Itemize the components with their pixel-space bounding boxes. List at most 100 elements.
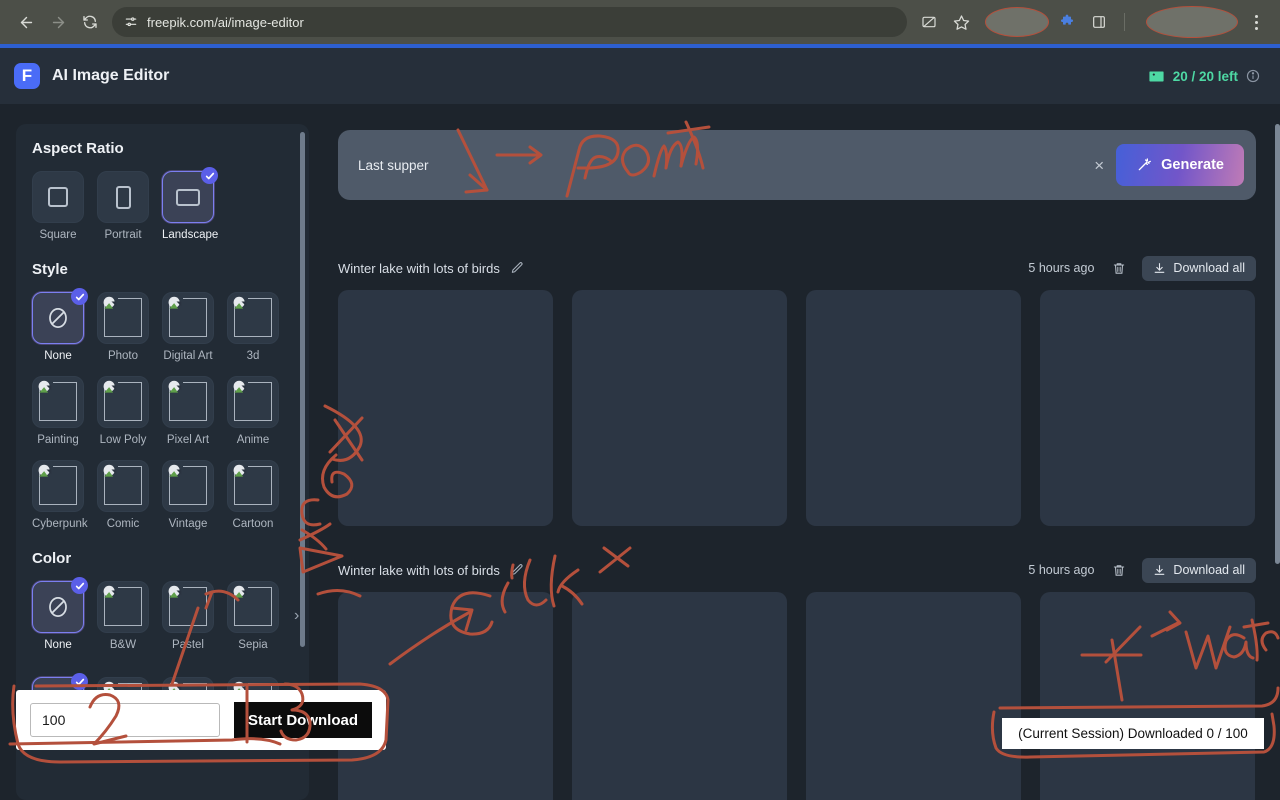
color-next-icon[interactable]: › <box>294 607 299 625</box>
style-options-row-1: None Photo Digital Art 3d <box>32 288 293 362</box>
option-color-sepia[interactable]: Sepia <box>227 581 279 651</box>
option-style-cartoon-box[interactable] <box>227 460 279 512</box>
option-square-box[interactable] <box>32 171 84 223</box>
url-text: freepik.com/ai/image-editor <box>147 14 304 30</box>
option-style-digital-art[interactable]: Digital Art <box>162 292 214 362</box>
option-style-cartoon[interactable]: Cartoon <box>227 460 279 530</box>
kebab-menu-icon[interactable] <box>1242 8 1270 36</box>
option-color-sepia-box[interactable] <box>227 581 279 633</box>
reload-button[interactable] <box>74 6 106 38</box>
option-color-bw-box[interactable] <box>97 581 149 633</box>
option-portrait[interactable]: Portrait <box>97 171 149 241</box>
option-color-none[interactable]: None <box>32 577 88 651</box>
result-image-cell[interactable] <box>572 592 787 800</box>
option-style-photo[interactable]: Photo <box>97 292 149 362</box>
option-landscape-box[interactable] <box>162 167 218 223</box>
option-style-pixel-art-box[interactable] <box>162 376 214 428</box>
prompt-input[interactable]: Last supper <box>358 158 1082 173</box>
result-row-time: 5 hours ago <box>1028 563 1095 577</box>
option-style-anime[interactable]: Anime <box>227 376 279 446</box>
option-label: Vintage <box>168 518 208 530</box>
no-style-icon <box>45 305 71 331</box>
square-icon <box>48 187 68 207</box>
main-content: Last supper × Generate Winter lake with … <box>322 124 1280 800</box>
download-count-input[interactable]: 100 <box>30 703 220 737</box>
option-style-3d-box[interactable] <box>227 292 279 344</box>
option-style-low-poly[interactable]: Low Poly <box>97 376 149 446</box>
cast-icon[interactable] <box>915 8 943 36</box>
option-color-pastel-box[interactable] <box>162 581 214 633</box>
option-style-vintage-box[interactable] <box>162 460 214 512</box>
info-circle-icon[interactable] <box>1246 69 1260 83</box>
generate-button[interactable]: Generate <box>1116 144 1244 186</box>
option-style-none-box[interactable] <box>32 288 88 344</box>
section-heading-style: Style <box>32 261 68 278</box>
forward-button[interactable] <box>42 6 74 38</box>
result-image-cell[interactable] <box>572 290 787 526</box>
main-scrollbar[interactable] <box>1275 124 1280 564</box>
option-style-3d[interactable]: 3d <box>227 292 279 362</box>
clear-prompt-button[interactable]: × <box>1082 157 1116 174</box>
broken-image-icon <box>163 460 213 512</box>
address-bar[interactable]: freepik.com/ai/image-editor <box>112 7 907 37</box>
broken-image-icon <box>98 376 148 428</box>
download-all-button[interactable]: Download all <box>1142 557 1256 583</box>
toolbar-divider <box>1124 13 1125 31</box>
trash-icon[interactable] <box>1112 261 1126 276</box>
option-square[interactable]: Square <box>32 171 84 241</box>
freepik-logo[interactable]: F <box>14 63 40 89</box>
result-image-cell[interactable] <box>806 592 1021 800</box>
browser-actions <box>915 6 1270 38</box>
option-color-none-box[interactable] <box>32 577 88 633</box>
option-style-anime-box[interactable] <box>227 376 279 428</box>
option-style-painting-box[interactable] <box>32 376 84 428</box>
option-style-vintage[interactable]: Vintage <box>162 460 214 530</box>
trash-icon[interactable] <box>1112 563 1126 578</box>
option-style-cyberpunk-box[interactable] <box>32 460 84 512</box>
page-settings-icon[interactable] <box>124 15 138 29</box>
option-style-painting[interactable]: Painting <box>32 376 84 446</box>
result-image-cell[interactable] <box>806 290 1021 526</box>
option-label: Portrait <box>104 229 142 241</box>
option-label: Sepia <box>238 639 268 651</box>
option-style-cyberpunk[interactable]: Cyberpunk <box>32 460 88 530</box>
magic-wand-icon <box>1136 157 1152 173</box>
result-grid <box>338 592 1256 800</box>
option-label: Square <box>39 229 77 241</box>
app-header: F AI Image Editor 20 / 20 left <box>0 48 1280 104</box>
result-image-cell[interactable] <box>338 290 553 526</box>
option-portrait-box[interactable] <box>97 171 149 223</box>
option-style-none[interactable]: None <box>32 288 88 362</box>
back-button[interactable] <box>10 6 42 38</box>
start-download-button[interactable]: Start Download <box>233 702 372 738</box>
side-panel-icon[interactable] <box>1085 8 1113 36</box>
option-style-photo-box[interactable] <box>97 292 149 344</box>
option-style-low-poly-box[interactable] <box>97 376 149 428</box>
option-landscape[interactable]: Landscape <box>162 167 218 241</box>
no-color-icon <box>45 594 71 620</box>
option-style-comic-box[interactable] <box>97 460 149 512</box>
option-color-bw[interactable]: B&W <box>97 581 149 651</box>
option-style-pixel-art[interactable]: Pixel Art <box>162 376 214 446</box>
puzzle-icon[interactable] <box>1053 8 1081 36</box>
option-label: Cartoon <box>232 518 274 530</box>
option-color-pastel[interactable]: Pastel <box>162 581 214 651</box>
option-style-digital-art-box[interactable] <box>162 292 214 344</box>
result-row-title: Winter lake with lots of birds <box>338 260 500 276</box>
option-label: Pastel <box>172 639 204 651</box>
sidebar-scrollbar[interactable] <box>300 132 305 647</box>
generate-label: Generate <box>1161 157 1224 173</box>
bulk-download-panel: 100 Start Download <box>16 690 386 750</box>
download-all-button[interactable]: Download all <box>1142 255 1256 281</box>
option-label: None <box>44 639 72 651</box>
pencil-icon[interactable] <box>510 261 524 275</box>
result-image-cell[interactable] <box>1040 290 1255 526</box>
check-icon <box>71 577 88 594</box>
result-image-cell[interactable] <box>1040 592 1255 800</box>
star-icon[interactable] <box>947 8 975 36</box>
broken-image-icon <box>163 292 213 344</box>
style-options-row-2: Painting Low Poly Pixel Art Anime <box>32 376 293 446</box>
browser-toolbar: freepik.com/ai/image-editor <box>0 0 1280 44</box>
option-style-comic[interactable]: Comic <box>97 460 149 530</box>
pencil-icon[interactable] <box>510 563 524 577</box>
